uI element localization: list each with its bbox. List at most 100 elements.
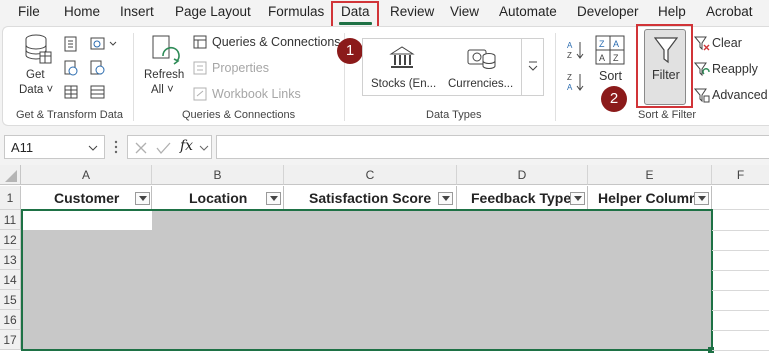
filter-applied-button[interactable] bbox=[694, 192, 709, 205]
refresh-all-icon bbox=[150, 34, 180, 66]
row-header[interactable]: 17 bbox=[0, 330, 21, 350]
properties-icon bbox=[193, 61, 207, 75]
currencies-data-type[interactable]: Currencies... bbox=[448, 78, 513, 90]
select-all-corner[interactable] bbox=[0, 165, 21, 185]
filter-dropdown-button[interactable] bbox=[135, 192, 150, 205]
recent-sources-icon[interactable] bbox=[90, 60, 106, 76]
queries-connections-button[interactable]: Queries & Connections bbox=[212, 35, 341, 49]
gridline bbox=[712, 250, 769, 251]
gridline bbox=[712, 290, 769, 291]
insert-function-icon[interactable]: fx bbox=[180, 138, 193, 154]
gridline bbox=[712, 350, 769, 351]
filter-dropdown-button[interactable] bbox=[266, 192, 281, 205]
tab-insert[interactable]: Insert bbox=[120, 4, 154, 19]
from-text-icon[interactable] bbox=[64, 36, 78, 52]
from-web-icon[interactable] bbox=[64, 60, 78, 76]
advanced-filter-icon[interactable] bbox=[693, 87, 710, 103]
group-label-queries: Queries & Connections bbox=[182, 109, 296, 121]
cancel-icon[interactable] bbox=[134, 141, 148, 155]
enter-check-icon[interactable] bbox=[155, 141, 171, 155]
row-header[interactable]: 15 bbox=[0, 290, 21, 310]
table-header-cell: Customer bbox=[21, 186, 152, 210]
get-data-dropdown[interactable]: Data ˅ bbox=[19, 84, 53, 96]
row-header[interactable]: 16 bbox=[0, 310, 21, 330]
table-header-cell: Feedback Type bbox=[457, 186, 588, 210]
gridline bbox=[712, 330, 769, 331]
chevron-down-icon[interactable] bbox=[88, 145, 98, 151]
filter-dropdown-button[interactable] bbox=[570, 192, 585, 205]
gridline bbox=[712, 310, 769, 311]
empty-cell[interactable] bbox=[712, 186, 769, 210]
sort-button[interactable]: Sort bbox=[599, 69, 622, 83]
column-header-f[interactable]: F bbox=[712, 165, 769, 185]
formula-controls: fx bbox=[127, 135, 212, 159]
header-customer: Customer bbox=[54, 190, 120, 206]
get-data-label[interactable]: Get bbox=[26, 69, 45, 81]
group-label-sort-filter: Sort & Filter bbox=[638, 109, 697, 121]
sort-a-to-z-icon[interactable]: AZ bbox=[566, 40, 586, 60]
column-header-e[interactable]: E bbox=[588, 165, 712, 185]
existing-connections-icon[interactable] bbox=[90, 84, 106, 100]
tab-help[interactable]: Help bbox=[658, 4, 686, 19]
reapply-icon[interactable] bbox=[693, 61, 710, 77]
svg-text:A: A bbox=[613, 39, 619, 49]
column-header-d[interactable]: D bbox=[457, 165, 588, 185]
column-header-b[interactable]: B bbox=[152, 165, 284, 185]
sort-dialog-icon: ZAAZ bbox=[595, 35, 625, 65]
workbook-links-button[interactable]: Workbook Links bbox=[212, 87, 301, 101]
table-header-cell: Satisfaction Score bbox=[284, 186, 457, 210]
row-header[interactable]: 11 bbox=[0, 210, 21, 230]
refresh-all-dropdown[interactable]: All ˅ bbox=[151, 84, 174, 96]
from-table-icon[interactable] bbox=[64, 84, 78, 100]
currencies-icon bbox=[467, 46, 497, 72]
advanced-button[interactable]: Advanced bbox=[712, 88, 768, 102]
tab-review[interactable]: Review bbox=[390, 4, 434, 19]
row-header[interactable]: 14 bbox=[0, 270, 21, 290]
header-satisfaction-score: Satisfaction Score bbox=[309, 190, 432, 206]
stocks-icon bbox=[389, 45, 415, 71]
name-box[interactable]: A11 bbox=[4, 135, 105, 159]
formula-input[interactable] bbox=[216, 135, 769, 159]
gallery-expand-button[interactable] bbox=[521, 38, 544, 96]
chevron-down-icon[interactable] bbox=[199, 145, 209, 151]
step-badge-1: 1 bbox=[337, 38, 363, 64]
tab-view[interactable]: View bbox=[450, 4, 479, 19]
stocks-data-type[interactable]: Stocks (En... bbox=[371, 78, 436, 90]
tab-automate[interactable]: Automate bbox=[499, 4, 557, 19]
step-badge-2: 2 bbox=[601, 86, 627, 112]
group-separator bbox=[555, 33, 556, 121]
svg-text:Z: Z bbox=[599, 39, 605, 49]
formula-bar-grip-icon[interactable] bbox=[114, 140, 118, 154]
tab-formulas[interactable]: Formulas bbox=[268, 4, 324, 19]
header-feedback-type: Feedback Type bbox=[471, 190, 572, 206]
gridline bbox=[712, 270, 769, 271]
properties-button[interactable]: Properties bbox=[212, 61, 269, 75]
database-icon bbox=[24, 34, 52, 64]
svg-text:Z: Z bbox=[613, 53, 619, 63]
tab-file[interactable]: File bbox=[18, 4, 40, 19]
filter-dropdown-button[interactable] bbox=[438, 192, 453, 205]
tab-page-layout[interactable]: Page Layout bbox=[175, 4, 251, 19]
reapply-button[interactable]: Reapply bbox=[712, 62, 758, 76]
svg-text:A: A bbox=[599, 53, 605, 63]
highlight-box-filter bbox=[636, 24, 693, 108]
tab-home[interactable]: Home bbox=[64, 4, 100, 19]
table-header-cell: Helper Column bbox=[588, 186, 712, 210]
tab-developer[interactable]: Developer bbox=[577, 4, 639, 19]
row-header[interactable]: 1 bbox=[0, 186, 21, 210]
tab-acrobat[interactable]: Acrobat bbox=[706, 4, 753, 19]
clear-button[interactable]: Clear bbox=[712, 36, 742, 50]
row-header[interactable]: 13 bbox=[0, 250, 21, 270]
row-header[interactable]: 12 bbox=[0, 230, 21, 250]
column-header-a[interactable]: A bbox=[21, 165, 152, 185]
sort-z-to-a-icon[interactable]: ZA bbox=[566, 72, 586, 92]
selection-border bbox=[21, 209, 713, 351]
header-helper-column: Helper Column bbox=[598, 190, 698, 206]
clear-filter-icon[interactable] bbox=[693, 35, 710, 51]
menu-bar: File Home Insert Page Layout Formulas Da… bbox=[0, 0, 769, 25]
group-separator bbox=[133, 33, 134, 121]
refresh-all-label[interactable]: Refresh bbox=[144, 69, 184, 81]
from-picture-icon[interactable] bbox=[90, 36, 118, 52]
svg-text:Z: Z bbox=[567, 73, 572, 82]
column-header-c[interactable]: C bbox=[284, 165, 457, 185]
